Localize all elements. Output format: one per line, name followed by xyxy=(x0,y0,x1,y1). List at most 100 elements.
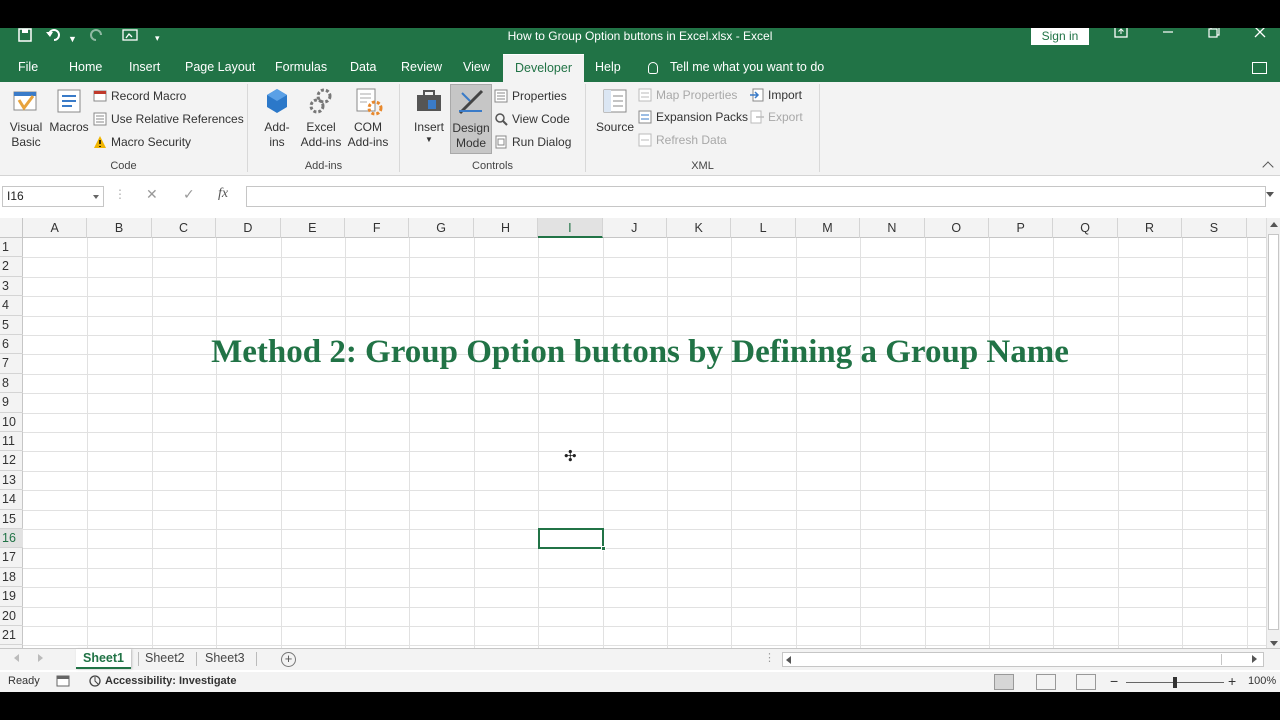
horizontal-scroll-thumb[interactable] xyxy=(796,654,1222,665)
insert-control-button[interactable]: Insert ▼ xyxy=(410,86,448,145)
sheet-tab-sheet3[interactable]: Sheet3 xyxy=(205,649,245,669)
row-header-10[interactable]: 10 xyxy=(0,413,23,432)
active-cell-I16[interactable] xyxy=(538,528,606,551)
row-header-7[interactable]: 7 xyxy=(0,354,23,374)
tab-data[interactable]: Data xyxy=(350,54,376,82)
normal-view-icon[interactable] xyxy=(994,674,1014,690)
row-header-17[interactable]: 17 xyxy=(0,548,23,568)
comments-icon[interactable] xyxy=(1252,62,1267,74)
column-header-f[interactable]: F xyxy=(345,218,410,238)
zoom-in-button[interactable]: + xyxy=(1228,673,1236,689)
tab-view[interactable]: View xyxy=(463,54,490,82)
accessibility-status[interactable]: Accessibility: Investigate xyxy=(105,675,236,687)
column-header-m[interactable]: M xyxy=(796,218,861,238)
column-header-p[interactable]: P xyxy=(989,218,1054,238)
row-header-4[interactable]: 4 xyxy=(0,296,23,316)
chevron-down-icon[interactable] xyxy=(93,195,99,199)
macro-security-button[interactable]: Macro Security xyxy=(93,132,191,152)
row-header-1[interactable]: 1 xyxy=(0,238,23,258)
row-header-9[interactable]: 9 xyxy=(0,393,23,413)
row-header-6[interactable]: 6 xyxy=(0,335,23,355)
import-button[interactable]: Import xyxy=(750,85,802,105)
row-header-20[interactable]: 20 xyxy=(0,607,23,626)
row-header-11[interactable]: 11 xyxy=(0,432,23,452)
source-button[interactable]: Source xyxy=(594,86,636,135)
record-macro-button[interactable]: Record Macro xyxy=(93,86,186,106)
row-header-19[interactable]: 19 xyxy=(0,587,23,607)
column-header-s[interactable]: S xyxy=(1182,218,1247,238)
add-sheet-icon[interactable]: + xyxy=(281,652,296,667)
scroll-left-icon[interactable] xyxy=(786,656,791,664)
column-header-r[interactable]: R xyxy=(1118,218,1183,238)
tab-formulas[interactable]: Formulas xyxy=(275,54,327,82)
column-header-e[interactable]: E xyxy=(281,218,345,238)
zoom-slider-thumb[interactable] xyxy=(1173,677,1177,688)
insert-function-icon[interactable]: fx xyxy=(218,186,228,202)
column-header-h[interactable]: H xyxy=(474,218,539,238)
macro-recording-icon[interactable] xyxy=(56,675,70,691)
scroll-down-icon[interactable] xyxy=(1270,641,1278,646)
row-header-14[interactable]: 14 xyxy=(0,490,23,510)
tab-insert[interactable]: Insert xyxy=(129,54,160,82)
restore-icon[interactable] xyxy=(1204,28,1224,41)
tab-review[interactable]: Review xyxy=(401,54,442,82)
expansion-packs-button[interactable]: Expansion Packs xyxy=(638,107,748,127)
minimize-icon[interactable] xyxy=(1158,28,1178,41)
scroll-right-icon[interactable] xyxy=(1252,655,1257,663)
export-button[interactable]: Export xyxy=(750,107,803,127)
tell-me-search[interactable]: Tell me what you want to do xyxy=(648,54,824,82)
row-header-21[interactable]: 21 xyxy=(0,626,23,646)
sign-in-button[interactable]: Sign in xyxy=(1031,28,1089,45)
row-header-12[interactable]: 12 xyxy=(0,451,23,471)
next-sheet-icon[interactable] xyxy=(38,654,43,662)
fill-handle[interactable] xyxy=(601,546,606,551)
visual-basic-button[interactable]: Visual Basic xyxy=(6,86,46,150)
column-header-c[interactable]: C xyxy=(152,218,217,238)
run-dialog-button[interactable]: Run Dialog xyxy=(494,132,571,152)
tab-split-handle[interactable]: ⋮ xyxy=(764,651,775,664)
close-icon[interactable] xyxy=(1250,28,1270,41)
column-header-g[interactable]: G xyxy=(409,218,474,238)
column-header-n[interactable]: N xyxy=(860,218,925,238)
column-header-b[interactable]: B xyxy=(87,218,152,238)
properties-button[interactable]: Properties xyxy=(494,86,567,106)
tab-file[interactable]: File xyxy=(18,54,38,82)
macros-button[interactable]: Macros xyxy=(48,86,90,135)
collapse-ribbon-icon[interactable] xyxy=(1262,161,1274,173)
zoom-level[interactable]: 100% xyxy=(1248,675,1276,687)
prev-sheet-icon[interactable] xyxy=(14,654,19,662)
excel-addins-button[interactable]: Excel Add-ins xyxy=(298,86,344,150)
row-header-3[interactable]: 3 xyxy=(0,277,23,297)
column-header-l[interactable]: L xyxy=(731,218,796,238)
select-all-corner[interactable] xyxy=(0,218,23,238)
column-header-q[interactable]: Q xyxy=(1053,218,1118,238)
column-header-d[interactable]: D xyxy=(216,218,281,238)
page-break-preview-icon[interactable] xyxy=(1076,674,1096,690)
zoom-out-button[interactable]: − xyxy=(1110,673,1118,689)
column-header-k[interactable]: K xyxy=(667,218,732,238)
tab-home[interactable]: Home xyxy=(69,54,102,82)
tab-developer[interactable]: Developer xyxy=(503,54,584,82)
horizontal-scrollbar[interactable] xyxy=(782,652,1264,667)
design-mode-button[interactable]: Design Mode xyxy=(450,84,492,154)
refresh-data-button[interactable]: Refresh Data xyxy=(638,130,727,150)
tab-help[interactable]: Help xyxy=(595,54,621,82)
com-addins-button[interactable]: COM Add-ins xyxy=(345,86,391,150)
sheet-heading[interactable]: Method 2: Group Option buttons by Defini… xyxy=(150,334,1130,371)
ribbon-display-options-icon[interactable] xyxy=(1111,28,1131,41)
row-header-5[interactable]: 5 xyxy=(0,316,23,335)
use-relative-references-button[interactable]: Use Relative References xyxy=(93,109,244,129)
row-header-8[interactable]: 8 xyxy=(0,374,23,394)
column-header-o[interactable]: O xyxy=(925,218,989,238)
addins-button[interactable]: Add- ins xyxy=(256,86,298,150)
tab-page-layout[interactable]: Page Layout xyxy=(185,54,255,82)
cancel-icon[interactable]: ✕ xyxy=(146,186,158,203)
view-code-button[interactable]: View Code xyxy=(494,109,570,129)
column-header-a[interactable]: A xyxy=(23,218,88,238)
row-header-16[interactable]: 16 xyxy=(0,529,23,549)
sheet-tab-sheet2[interactable]: Sheet2 xyxy=(145,649,185,669)
row-header-13[interactable]: 13 xyxy=(0,471,23,491)
accessibility-icon[interactable] xyxy=(88,674,102,691)
map-properties-button[interactable]: Map Properties xyxy=(638,85,737,105)
column-header-i[interactable]: I xyxy=(538,218,603,238)
